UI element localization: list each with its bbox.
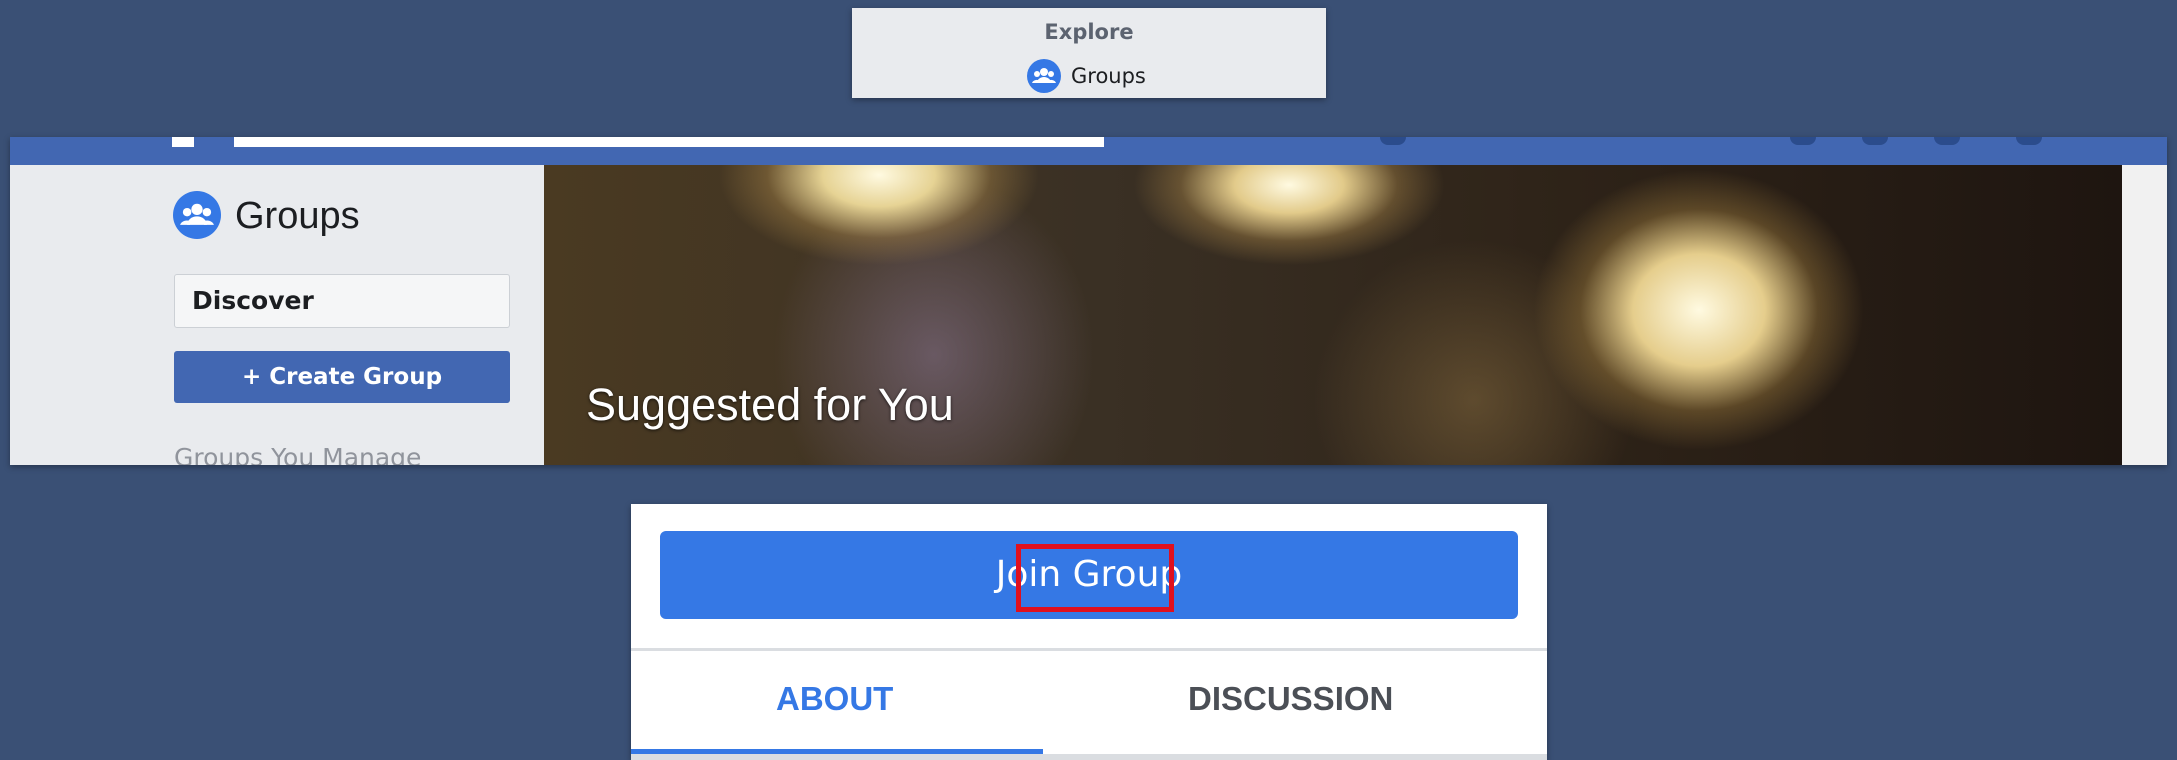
profile-avatar-icon[interactable] [1380,137,1406,145]
tab-about[interactable]: ABOUT [776,680,893,718]
groups-you-manage-heading: Groups You Manage [174,443,422,465]
explore-panel: Explore Groups [852,8,1326,98]
highlight-box [1016,544,1174,612]
join-group-button[interactable]: Join Group [660,531,1518,619]
create-group-button[interactable]: + Create Group [174,351,510,403]
join-group-panel: Join Group ABOUT DISCUSSION [631,504,1547,760]
discover-tab[interactable]: Discover [174,274,510,328]
tab-bar-base [631,754,1547,760]
suggested-hero-banner: Suggested for You [544,165,2122,465]
explore-item-groups[interactable]: Groups [1027,56,1146,96]
groups-left-rail: Groups Discover + Create Group Groups Yo… [10,165,544,465]
divider [631,648,1547,651]
friend-requests-icon[interactable] [1790,137,1816,145]
facebook-logo[interactable] [172,137,194,147]
page-scrollbar[interactable] [2122,165,2167,465]
messenger-icon[interactable] [1862,137,1888,145]
groups-page-crop: Groups Discover + Create Group Groups Yo… [10,137,2167,465]
help-icon[interactable] [2016,137,2042,145]
explore-heading: Explore [1044,20,1134,44]
groups-title: Groups [235,195,360,237]
hero-title: Suggested for You [586,379,954,430]
facebook-top-bar [10,137,2167,165]
notifications-icon[interactable] [1934,137,1960,145]
tab-discussion[interactable]: DISCUSSION [1188,680,1393,718]
explore-item-label: Groups [1071,64,1146,88]
groups-icon [1027,59,1061,93]
groups-icon [173,191,221,239]
search-input[interactable] [234,137,1104,147]
